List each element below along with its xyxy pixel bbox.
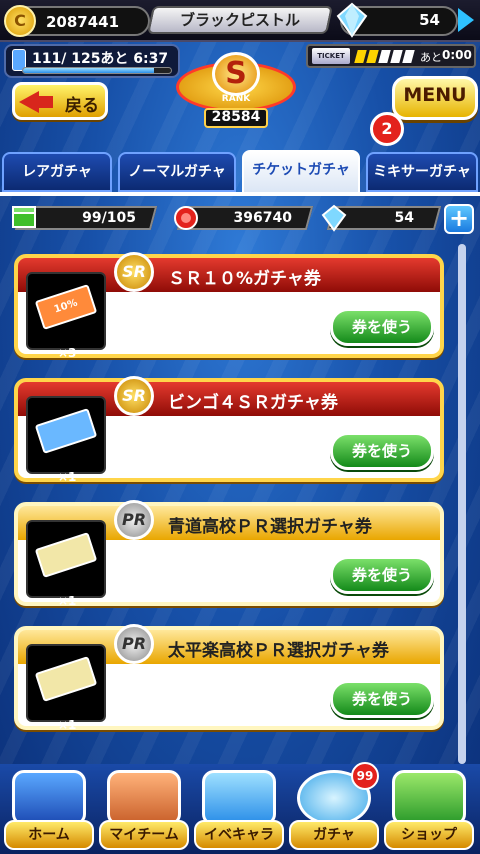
rank-value: 28584 [211, 109, 261, 125]
red-orb-icon [174, 206, 198, 230]
nav-my-team[interactable]: マイチーム [99, 770, 189, 850]
notification-badge[interactable]: 2 [370, 112, 404, 146]
nav-label: マイチーム [109, 827, 179, 843]
diamond-small-icon [321, 204, 347, 232]
ticket-segment [366, 50, 379, 63]
ticket-segment [390, 50, 403, 63]
school-ticket-image [34, 532, 98, 578]
nav-event-character[interactable]: イベキャラ [194, 770, 284, 850]
stamina-panel: 111/ 125あと 6:37 [4, 44, 180, 78]
nav-label: イベキャラ [204, 827, 274, 843]
stamina-text: 111/ 125あと 6:37 [32, 51, 169, 67]
team-icon [107, 770, 181, 826]
add-diamond-arrow-icon[interactable] [458, 8, 474, 32]
ticket-ato-label: あと [420, 51, 442, 64]
ticket-time: 0:00 [442, 48, 472, 62]
ticket-thumbnail: 10% ×3 [26, 272, 106, 360]
shop-icon [392, 770, 466, 826]
ticket-gauge-icon: TICKET [312, 48, 350, 64]
add-diamond-button[interactable]: + [444, 204, 474, 234]
ticket-thumbnail: ×1 [26, 644, 106, 732]
use-ticket-button[interactable]: 券を使う [330, 680, 434, 718]
bottom-navigation: ホーム マイチーム イベキャラ ガチャ 99 ショップ [0, 762, 480, 854]
nav-home[interactable]: ホーム [4, 770, 94, 850]
ticket-title: 青道高校ＰＲ選択ガチャ券 [168, 517, 372, 537]
tab-mixer-gacha[interactable]: ミキサーガチャ [366, 152, 478, 192]
ticket-card: ×1 PR 青道高校ＰＲ選択ガチャ券 券を使う [14, 500, 444, 608]
rank-letter: S [212, 52, 260, 96]
tab-normal-gacha[interactable]: ノーマルガチャ [118, 152, 236, 192]
ticket-quantity: ×3 [58, 346, 77, 360]
nav-gacha[interactable]: ガチャ 99 [289, 762, 379, 850]
pr-medal-icon: PR [114, 500, 154, 540]
orb-value: 396740 [233, 210, 292, 226]
ticket-title: ビンゴ４ＳＲガチャ券 [168, 393, 338, 413]
stamina-bar [22, 67, 172, 74]
ticket-card: ×1 PR 太平楽高校ＰＲ選択ガチャ券 券を使う [14, 624, 444, 732]
back-arrow-tail [37, 96, 53, 108]
item-box-icon [12, 206, 36, 228]
bingo-ticket-image [34, 408, 98, 454]
ticket-gauge[interactable]: TICKET あと 0:00 [306, 44, 476, 68]
ticket-card: 10% ×3 SR ＳＲ１０%ガチャ券 券を使う [14, 252, 444, 360]
ticket-quantity: ×1 [58, 718, 77, 732]
nav-label: ガチャ [313, 827, 355, 843]
back-button-label: 戻る [65, 96, 99, 116]
menu-button-label: MENU [403, 84, 467, 106]
sr-medal-icon: SR [114, 252, 154, 292]
ticket-thumbnail: ×1 [26, 396, 106, 484]
use-ticket-button[interactable]: 券を使う [330, 556, 434, 594]
event-character-icon [202, 770, 276, 826]
ticket-segment [402, 50, 415, 63]
diamond-resource-value: 54 [394, 210, 414, 226]
ticket-segment [354, 50, 367, 63]
tab-rare-gacha[interactable]: レアガチャ [2, 152, 112, 192]
pr-medal-icon: PR [114, 624, 154, 664]
ticket-title: ＳＲ１０%ガチャ券 [168, 269, 321, 289]
use-ticket-button[interactable]: 券を使う [330, 432, 434, 470]
tab-underline [0, 192, 480, 196]
coin-icon: C [4, 5, 36, 37]
diamond-value: 54 [419, 11, 440, 29]
back-arrow-icon [19, 91, 39, 113]
nav-label: ホーム [28, 827, 70, 843]
player-name: ブラックピストル [179, 11, 300, 29]
tab-ticket-gacha[interactable]: チケットガチャ [242, 150, 360, 194]
ticket-title: 太平楽高校ＰＲ選択ガチャ券 [168, 641, 389, 661]
ticket-segment [378, 50, 391, 63]
gacha-tabs: レアガチャ ノーマルガチャ チケットガチャ ミキサーガチャ [0, 150, 480, 194]
use-ticket-button[interactable]: 券を使う [330, 308, 434, 346]
back-button[interactable]: 戻る [12, 82, 108, 120]
ticket-card: ×1 SR ビンゴ４ＳＲガチャ券 券を使う [14, 376, 444, 484]
ticket-quantity: ×1 [58, 594, 77, 608]
ticket-thumbnail: ×1 [26, 520, 106, 608]
diamond-icon [336, 2, 368, 38]
scrollbar-thumb[interactable] [458, 244, 466, 764]
coin-value: 2087441 [46, 13, 120, 31]
nav-shop[interactable]: ショップ [384, 770, 474, 850]
nav-label: ショップ [401, 827, 457, 843]
ticket-quantity: ×1 [58, 470, 77, 484]
sr-medal-icon: SR [114, 376, 154, 416]
gacha-badge: 99 [351, 762, 379, 790]
school-ticket-image [34, 656, 98, 702]
rank-emblem[interactable]: S RANK 28584 [176, 48, 296, 132]
stamina-bar-fill [23, 68, 155, 73]
coin-counter: C 2087441 [4, 5, 150, 37]
notebook-icon [12, 770, 86, 826]
ticket-thumb-text: 10% [34, 284, 98, 330]
rank-label: RANK [221, 94, 251, 104]
item-capacity-value: 99/105 [82, 210, 136, 226]
